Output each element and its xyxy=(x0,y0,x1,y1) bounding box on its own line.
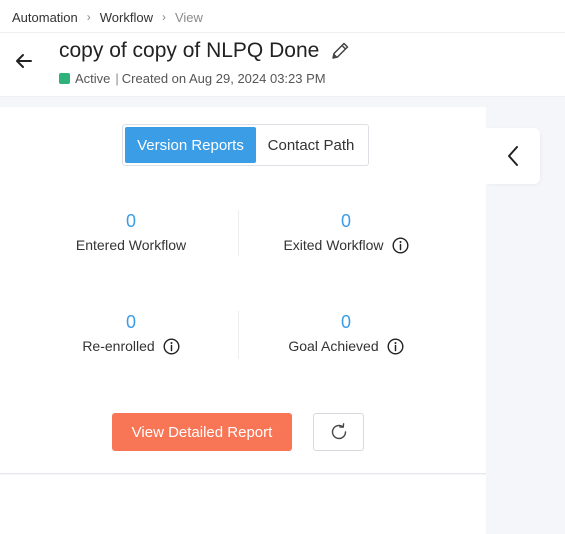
chevron-left-icon xyxy=(508,146,518,166)
stat-goal-achieved: 0 Goal Achieved xyxy=(246,311,446,355)
page-title: copy of copy of NLPQ Done xyxy=(59,39,320,62)
refresh-icon xyxy=(331,423,346,440)
created-date: Created on Aug 29, 2024 03:23 PM xyxy=(121,70,326,86)
pencil-icon[interactable] xyxy=(329,40,351,62)
stat-value: 0 xyxy=(125,211,136,231)
stat-value: 0 xyxy=(125,312,136,332)
breadcrumb-workflow[interactable]: Workflow xyxy=(100,10,153,25)
stat-divider xyxy=(238,311,239,359)
info-icon[interactable] xyxy=(387,337,404,355)
breadcrumb-view: View xyxy=(174,9,203,25)
stat-label: Re-enrolled xyxy=(82,338,155,354)
title-row: copy of copy of NLPQ Done xyxy=(59,38,351,64)
arrow-left-icon[interactable] xyxy=(13,50,35,72)
stat-re-enrolled: 0 Re-enrolled xyxy=(31,311,231,355)
stat-divider xyxy=(238,210,239,256)
stat-entered-workflow: 0 Entered Workflow xyxy=(31,210,231,254)
view-detailed-report-button[interactable]: View Detailed Report xyxy=(112,413,292,451)
refresh-button[interactable] xyxy=(313,413,364,451)
status-text: Active xyxy=(75,70,111,86)
lower-area xyxy=(0,475,486,534)
stat-exited-workflow: 0 Exited Workflow xyxy=(246,210,446,254)
report-tabs: Version Reports Contact Path xyxy=(122,124,369,166)
tab-version-reports[interactable]: Version Reports xyxy=(125,127,256,163)
workflow-meta: Active | Created on Aug 29, 2024 03:23 P… xyxy=(59,70,326,86)
info-icon[interactable] xyxy=(392,236,409,254)
status-indicator xyxy=(59,72,70,84)
collapse-panel-button[interactable] xyxy=(486,128,540,184)
breadcrumb: Automation › Workflow › View xyxy=(12,8,203,26)
info-icon[interactable] xyxy=(163,337,180,355)
meta-separator: | xyxy=(115,70,119,86)
breadcrumb-separator: › xyxy=(161,10,166,24)
tab-contact-path[interactable]: Contact Path xyxy=(256,127,366,163)
breadcrumb-automation[interactable]: Automation xyxy=(12,10,78,25)
stat-label: Goal Achieved xyxy=(288,338,379,354)
stat-label: Exited Workflow xyxy=(283,237,384,253)
breadcrumb-separator: › xyxy=(86,10,91,24)
stat-label: Entered Workflow xyxy=(75,237,187,253)
stat-value: 0 xyxy=(340,211,351,231)
header-divider xyxy=(0,32,565,33)
stat-value: 0 xyxy=(340,312,351,332)
